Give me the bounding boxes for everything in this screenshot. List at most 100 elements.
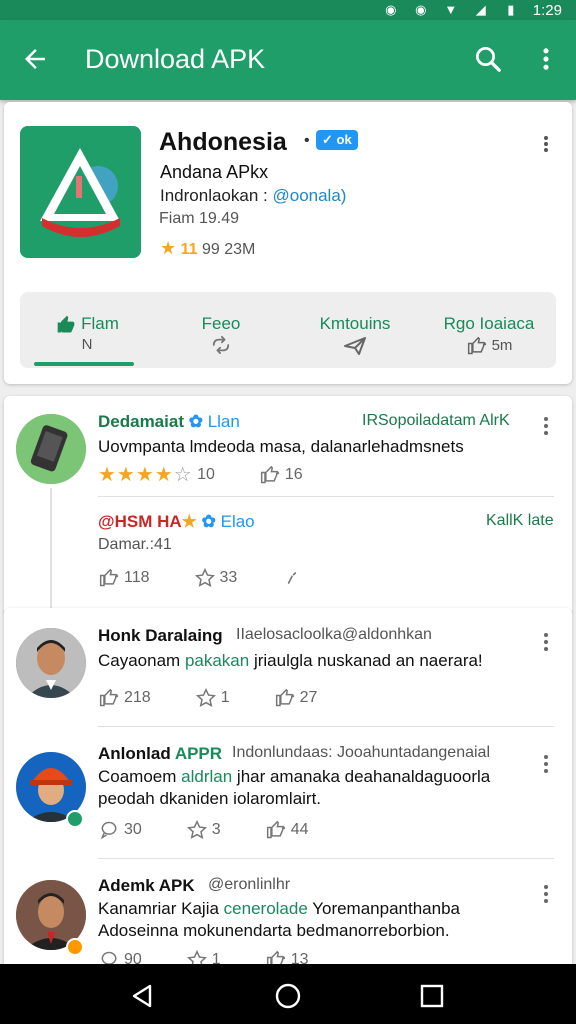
developer-line: Indronlaokan : @oonala) [160, 186, 347, 205]
review-text: Cayaonam pakakan jriaulgla nuskanad an n… [98, 651, 483, 670]
sync-icon: ◉ [385, 2, 397, 17]
review-text: Uovmpanta lmdeoda masa, dalanarlehadmsne… [98, 437, 464, 456]
share-icon [212, 336, 230, 354]
reply-meta: KallK late [486, 512, 554, 529]
review-meta: Indonlundaas: Jooahuntadangenaial [232, 744, 491, 761]
reply-button[interactable]: 27 [274, 688, 317, 708]
send-icon [344, 337, 366, 355]
review-overflow-icon[interactable] [538, 752, 554, 776]
like-outline-icon [467, 336, 486, 355]
app-badge: ✓ ok [316, 130, 358, 150]
rating-stars-icon: ★★★★☆ [98, 464, 193, 486]
star-outline-icon [186, 820, 207, 840]
reply-stats: 118 33 [98, 568, 351, 588]
app-name: Ahdonesia [159, 128, 287, 156]
back-nav-icon[interactable] [128, 982, 156, 1010]
like-outline-icon [275, 688, 294, 707]
pin-icon [288, 572, 297, 584]
tab-kmtouins-label: Kmtouins [319, 314, 391, 333]
star-icon: ★ [160, 238, 177, 258]
app-meta: Fiam 19.49 [159, 210, 240, 227]
back-arrow-icon[interactable] [20, 44, 50, 74]
thumbs-up-icon [260, 465, 279, 483]
comment-icon [100, 821, 117, 840]
review-text: Kanamriar Kajia cenerolade Yoremanpantha… [98, 899, 460, 940]
like-button[interactable]: 16 [259, 465, 303, 485]
active-tab-indicator [34, 362, 134, 366]
home-nav-icon[interactable] [274, 982, 302, 1010]
status-badge-icon [66, 938, 84, 956]
developer-handle[interactable]: @oonala) [272, 186, 346, 205]
separator-dot: • [304, 132, 310, 149]
signal-icon: ◢ [475, 2, 486, 17]
divider [98, 496, 554, 497]
like-outline-icon [266, 820, 285, 839]
avatar[interactable] [16, 628, 86, 698]
reply-like-button[interactable]: 118 [98, 568, 150, 588]
star-outline-icon [194, 568, 215, 588]
review-meta: IIaelosacloolka@aldonhkan [236, 626, 432, 643]
thumb-up-icon [57, 315, 75, 333]
overflow-menu-icon[interactable] [532, 44, 560, 74]
app-logo-icon [20, 126, 141, 258]
tab-flam-sub: N [81, 336, 93, 353]
review-rating: ★★★★☆ 10 [98, 464, 215, 486]
divider [98, 858, 554, 859]
star-button[interactable]: 1 [195, 688, 230, 708]
status-bar: ◉ ◉ ▼ ◢ ▮ 1:29 [0, 0, 576, 20]
like-button[interactable]: 218 [98, 688, 151, 708]
tab-rgo-sub: 5m [491, 336, 513, 354]
app-bar: Download APK [0, 20, 576, 100]
review-overflow-icon[interactable] [538, 414, 554, 438]
tab-feeo-label: Feeo [201, 314, 241, 333]
reviewer-name[interactable]: Honk Daralaing [98, 626, 223, 646]
system-nav-bar [0, 964, 576, 1024]
rating-row: ★ 11 99 23M [160, 238, 255, 259]
review-thread-card: Dedamaiat ✿ Llan IRSopoiladatam AlrK Uov… [4, 396, 572, 616]
thumbs-up-icon [99, 688, 119, 707]
reviewer-name[interactable]: Anlonlad APPR [98, 744, 222, 764]
reply-star-button[interactable]: 33 [194, 568, 237, 588]
divider [98, 726, 554, 727]
tab-kmtouins[interactable]: Kmtouins [288, 292, 422, 368]
reviewer-name[interactable]: Dedamaiat ✿ Llan [98, 412, 240, 432]
review-stats: 218 1 27 [98, 688, 361, 708]
recents-nav-icon[interactable] [418, 982, 446, 1010]
card-overflow-icon[interactable] [536, 132, 556, 156]
app-info-card: Ahdonesia • ✓ ok Andana APkx Indronlaoka… [4, 102, 572, 384]
reply-subtext: Damar.:41 [98, 536, 172, 553]
verified-icon: ✿ [188, 412, 203, 431]
action-tabs: Flam N Feeo Kmtouins Rgo Ioaiaca 5m [20, 292, 556, 368]
reply-share-button[interactable] [281, 568, 307, 588]
review-meta: IRSopoiladatam AlrK [362, 412, 510, 429]
star-button[interactable]: 3 [186, 820, 221, 840]
tab-rgo[interactable]: Rgo Ioaiaca 5m [422, 292, 556, 368]
thread-line [50, 488, 52, 608]
thumbs-up-icon [99, 568, 119, 587]
app-subtitle: Andana APkx [160, 162, 269, 182]
status-time: 1:29 [532, 1, 562, 19]
review-overflow-icon[interactable] [538, 882, 554, 906]
search-icon[interactable] [473, 44, 503, 74]
review-stats: ★★★★☆ 10 16 [98, 462, 347, 487]
battery-icon: ▮ [507, 2, 515, 17]
wifi-icon: ▼ [444, 2, 458, 17]
tab-flam-label: Flam [81, 314, 119, 333]
review-overflow-icon[interactable] [538, 630, 554, 654]
star-outline-icon [195, 688, 216, 708]
avatar[interactable] [16, 414, 86, 484]
review-stats: 30 3 44 [98, 820, 353, 840]
review-text: Coamoem aldrlan jhar amanaka deahanaldag… [98, 767, 491, 808]
tab-rgo-label: Rgo Ioaiaca [443, 314, 535, 333]
notification-icon: ◉ [415, 2, 427, 17]
rating-value: 11 [180, 241, 198, 258]
comment-button[interactable]: 30 [98, 820, 142, 840]
reviewer-name[interactable]: Ademk APK [98, 876, 195, 896]
page-title: Download APK [85, 44, 266, 74]
online-badge-icon [66, 810, 84, 828]
tab-flam[interactable]: Flam N [20, 292, 154, 368]
review-meta: @eronlinlhr [208, 876, 291, 893]
reply-button[interactable]: 44 [265, 820, 309, 840]
tab-feeo[interactable]: Feeo [154, 292, 288, 368]
reply-author[interactable]: @HSM HA★ ✿ Elao [98, 512, 255, 532]
